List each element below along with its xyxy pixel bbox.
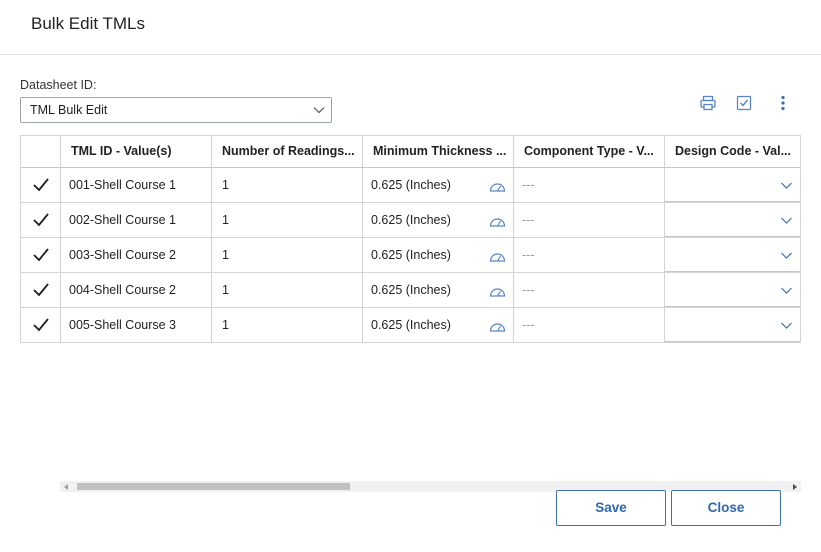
tml-grid: TML ID - Value(s) Number of Readings... …	[20, 135, 801, 343]
gauge-icon[interactable]	[489, 321, 506, 332]
min-thickness-cell[interactable]: 0.625 (Inches)	[363, 168, 514, 202]
dialog-header: Bulk Edit TMLs	[0, 0, 821, 55]
scroll-right-icon[interactable]	[793, 484, 797, 490]
chevron-down-icon[interactable]	[780, 249, 793, 262]
table-row[interactable]: 005-Shell Course 3 1 0.625 (Inches) ---	[21, 308, 800, 342]
design-code-dropdown[interactable]	[665, 238, 800, 272]
save-button[interactable]: Save	[556, 490, 666, 526]
column-header-component-type[interactable]: Component Type - V...	[514, 136, 665, 167]
table-row[interactable]: 003-Shell Course 2 1 0.625 (Inches) ---	[21, 238, 800, 273]
checkmark-icon[interactable]	[32, 212, 50, 228]
datasheet-select[interactable]: TML Bulk Edit	[20, 97, 332, 123]
datasheet-label: Datasheet ID:	[20, 78, 97, 92]
chevron-down-icon[interactable]	[780, 179, 793, 192]
print-icon[interactable]	[699, 94, 717, 112]
chevron-down-icon[interactable]	[780, 214, 793, 227]
design-code-dropdown[interactable]	[665, 273, 800, 307]
component-type-cell[interactable]: ---	[514, 238, 665, 272]
min-thickness-value: 0.625 (Inches)	[371, 318, 451, 332]
gauge-icon[interactable]	[489, 251, 506, 262]
row-select-cell[interactable]	[21, 273, 61, 307]
min-thickness-cell[interactable]: 0.625 (Inches)	[363, 273, 514, 307]
close-button[interactable]: Close	[671, 490, 781, 526]
column-header-readings[interactable]: Number of Readings...	[212, 136, 363, 167]
min-thickness-value: 0.625 (Inches)	[371, 248, 451, 262]
column-header-min-thickness[interactable]: Minimum Thickness ...	[363, 136, 514, 167]
min-thickness-cell[interactable]: 0.625 (Inches)	[363, 238, 514, 272]
tml-id-cell: 004-Shell Course 2	[61, 273, 212, 307]
table-row[interactable]: 001-Shell Course 1 1 0.625 (Inches) ---	[21, 168, 800, 203]
scrollbar-thumb[interactable]	[77, 483, 350, 490]
design-code-dropdown[interactable]	[665, 168, 800, 202]
design-code-dropdown[interactable]	[665, 308, 800, 342]
tml-id-cell: 001-Shell Course 1	[61, 168, 212, 202]
row-select-cell[interactable]	[21, 308, 61, 342]
component-type-cell[interactable]: ---	[514, 168, 665, 202]
datasheet-selected-value: TML Bulk Edit	[30, 103, 108, 117]
checkmark-icon[interactable]	[32, 177, 50, 193]
design-code-dropdown[interactable]	[665, 203, 800, 237]
readings-cell[interactable]: 1	[212, 168, 363, 202]
tml-id-cell: 005-Shell Course 3	[61, 308, 212, 342]
tml-id-cell: 003-Shell Course 2	[61, 238, 212, 272]
min-thickness-cell[interactable]: 0.625 (Inches)	[363, 203, 514, 237]
column-header-tml-id[interactable]: TML ID - Value(s)	[61, 136, 212, 167]
row-select-cell[interactable]	[21, 238, 61, 272]
table-header-row: TML ID - Value(s) Number of Readings... …	[21, 136, 800, 168]
scroll-left-icon[interactable]	[64, 484, 68, 490]
gauge-icon[interactable]	[489, 181, 506, 192]
min-thickness-value: 0.625 (Inches)	[371, 283, 451, 297]
gauge-icon[interactable]	[489, 216, 506, 227]
checkmark-icon[interactable]	[32, 317, 50, 333]
component-type-cell[interactable]: ---	[514, 203, 665, 237]
readings-cell[interactable]: 1	[212, 308, 363, 342]
table-row[interactable]: 004-Shell Course 2 1 0.625 (Inches) ---	[21, 273, 800, 308]
checkmark-icon[interactable]	[32, 247, 50, 263]
readings-cell[interactable]: 1	[212, 203, 363, 237]
checkbox-icon[interactable]	[735, 94, 753, 112]
chevron-down-icon[interactable]	[780, 284, 793, 297]
min-thickness-value: 0.625 (Inches)	[371, 213, 451, 227]
dialog-title: Bulk Edit TMLs	[31, 14, 146, 33]
min-thickness-value: 0.625 (Inches)	[371, 178, 451, 192]
more-vertical-icon[interactable]	[774, 94, 792, 112]
readings-cell[interactable]: 1	[212, 238, 363, 272]
column-header-design-code[interactable]: Design Code - Val...	[665, 136, 800, 167]
component-type-cell[interactable]: ---	[514, 308, 665, 342]
checkmark-icon[interactable]	[32, 282, 50, 298]
tml-id-cell: 002-Shell Course 1	[61, 203, 212, 237]
component-type-cell[interactable]: ---	[514, 273, 665, 307]
min-thickness-cell[interactable]: 0.625 (Inches)	[363, 308, 514, 342]
gauge-icon[interactable]	[489, 286, 506, 297]
row-select-cell[interactable]	[21, 203, 61, 237]
row-select-cell[interactable]	[21, 168, 61, 202]
table-row[interactable]: 002-Shell Course 1 1 0.625 (Inches) ---	[21, 203, 800, 238]
column-header-select	[21, 136, 61, 167]
chevron-down-icon[interactable]	[780, 319, 793, 332]
readings-cell[interactable]: 1	[212, 273, 363, 307]
chevron-down-icon	[313, 107, 325, 114]
